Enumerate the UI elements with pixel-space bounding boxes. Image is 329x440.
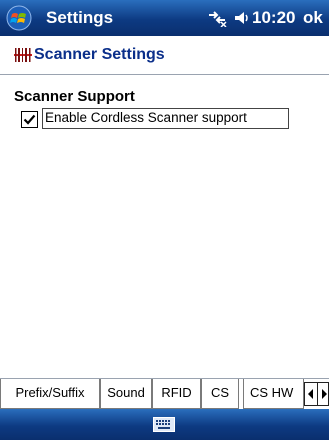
tab-scroll-left-button[interactable] xyxy=(305,383,317,405)
tab-prefix-suffix[interactable]: Prefix/Suffix xyxy=(0,379,100,409)
cordless-support-checkbox[interactable] xyxy=(21,111,38,128)
page-title: Scanner Settings xyxy=(34,46,165,63)
ok-button[interactable]: ok xyxy=(303,0,329,36)
clock[interactable]: 10:20 xyxy=(252,8,295,28)
tab-cs[interactable]: CS xyxy=(201,379,239,409)
tab-rfid[interactable]: RFID xyxy=(152,379,201,409)
keyboard-icon[interactable] xyxy=(153,417,175,437)
tab-cs-hw[interactable]: CS HW xyxy=(243,379,304,409)
tab-strip: Prefix/Suffix Sound RFID CS CS HW xyxy=(0,378,329,410)
tab-scroll-arrows xyxy=(304,382,329,406)
title-bar: Settings 10:20 ok xyxy=(0,0,329,36)
bottom-bar xyxy=(0,409,329,440)
scanner-barcode-icon xyxy=(14,48,32,67)
tab-scroll-right-button[interactable] xyxy=(317,383,329,405)
section-title: Scanner Support xyxy=(14,88,135,105)
start-windows-icon xyxy=(6,5,32,31)
checkmark-icon xyxy=(23,114,36,125)
arrow-left-icon xyxy=(308,389,313,399)
window-title: Settings xyxy=(46,8,114,27)
arrow-right-icon xyxy=(322,389,327,399)
speaker-icon[interactable] xyxy=(233,9,251,32)
connectivity-icon[interactable] xyxy=(206,9,228,32)
tab-sound[interactable]: Sound xyxy=(100,379,152,409)
cordless-support-label[interactable]: Enable Cordless Scanner support xyxy=(42,108,289,129)
page-header: Scanner Settings xyxy=(0,36,329,75)
start-button[interactable] xyxy=(6,5,32,31)
